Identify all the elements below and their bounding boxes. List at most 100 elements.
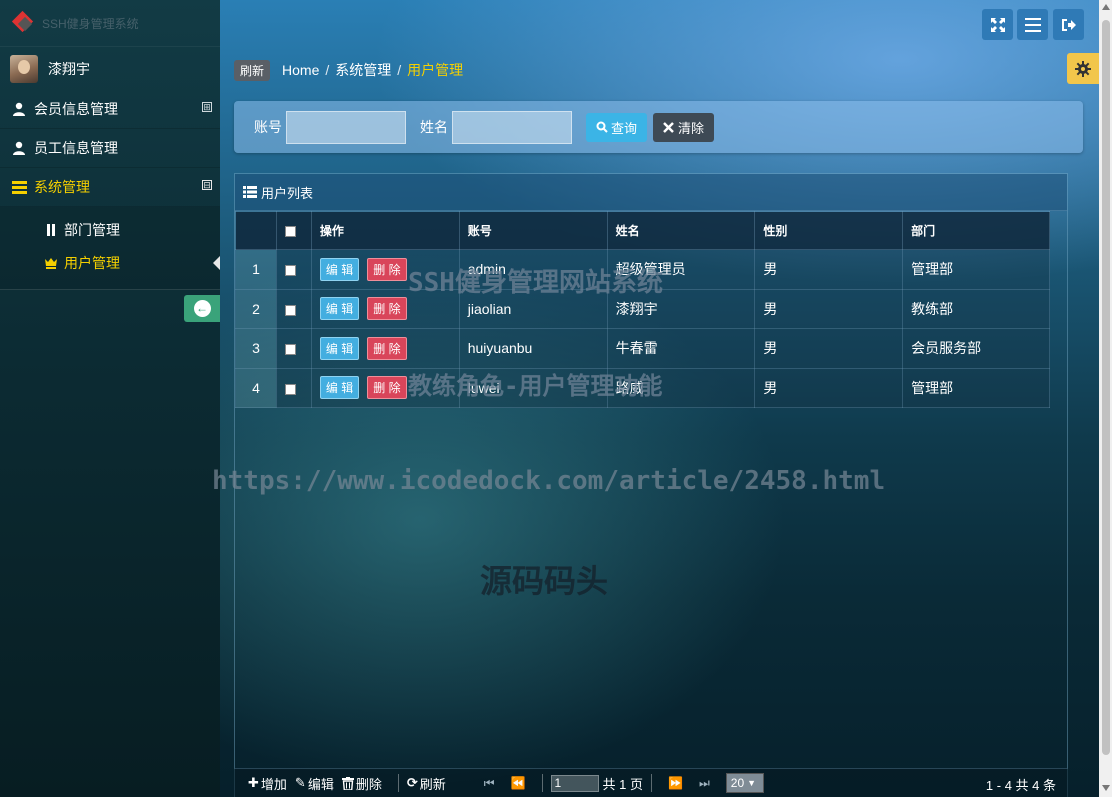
sidebar-item-department[interactable]: 部门管理	[0, 213, 220, 246]
logo-bar: SSH健身管理系统	[0, 0, 220, 46]
scroll-down-icon[interactable]	[1102, 785, 1110, 791]
list-toolbar: ✚ 增加 ✎ 编辑 删除 ⟳ 刷新 ⏮ ⏪ 共 1 页 ⏩ ⏭ 20 ▼ 1 -…	[234, 768, 1068, 797]
row-number: 3	[235, 328, 277, 369]
breadcrumb-current: 用户管理	[407, 62, 464, 78]
scroll-thumb[interactable]	[1102, 20, 1110, 755]
list-title: 用户列表	[261, 185, 314, 201]
table-row[interactable]: 2 编 辑删 除 jiaolian 漆翔宇 男 教练部	[235, 288, 1050, 329]
gear-icon	[1075, 60, 1091, 77]
column-header[interactable]: 账号	[458, 211, 608, 250]
search-panel: 账号 姓名 查询 清除	[234, 101, 1083, 153]
collapse-icon[interactable]: ⊟	[202, 180, 212, 190]
account-label: 账号	[254, 119, 282, 135]
clear-button[interactable]: 清除	[653, 112, 715, 142]
clear-label: 清除	[678, 120, 705, 136]
search-icon	[596, 121, 608, 133]
scroll-up-icon[interactable]	[1102, 4, 1110, 10]
row-checkbox[interactable]	[284, 265, 296, 277]
menu-icon	[1024, 17, 1041, 32]
sidebar-item-staff-info[interactable]: 员工信息管理	[0, 129, 220, 168]
breadcrumb-home[interactable]: Home	[282, 62, 319, 78]
sidebar-item-label: 部门管理	[64, 221, 120, 238]
select-cell	[275, 328, 312, 369]
menu-button[interactable]	[1017, 9, 1048, 40]
user-list-panel: 用户列表 操作 账号 姓名 性别 部门 1 编 辑删 除 admin 超级管理员	[234, 173, 1068, 797]
refresh-label: 刷新	[419, 776, 446, 792]
row-checkbox[interactable]	[284, 304, 296, 316]
page-number-input[interactable]	[550, 774, 599, 792]
fullscreen-button[interactable]	[982, 9, 1013, 40]
account-cell: luwei	[458, 367, 608, 408]
sidebar: SSH健身管理系统 漆翔宇 会员信息管理 ⊞ 员工信息管理 系统管理 ⊟ 部门管…	[0, 0, 220, 797]
sidebar-item-member-info[interactable]: 会员信息管理 ⊞	[0, 90, 220, 129]
edit-button[interactable]: 编 辑	[319, 336, 360, 360]
user-profile[interactable]: 漆翔宇	[0, 46, 220, 90]
gender-cell: 男	[754, 249, 904, 290]
edit-icon: ✎	[294, 775, 306, 790]
list-icon	[10, 180, 28, 194]
last-page-icon[interactable]: ⏭	[699, 776, 710, 791]
breadcrumb-system[interactable]: 系统管理	[335, 60, 391, 80]
delete-button[interactable]: 删 除	[367, 257, 407, 281]
fullscreen-icon	[990, 17, 1005, 32]
edit-label: 编辑	[307, 776, 334, 792]
user-icon	[10, 102, 28, 116]
logo-icon	[12, 12, 38, 34]
user-name: 漆翔宇	[48, 60, 90, 77]
chevron-down-icon: ▼	[747, 778, 757, 788]
row-checkbox[interactable]	[284, 383, 296, 395]
next-page-icon[interactable]: ⏩	[668, 776, 683, 790]
name-input[interactable]	[452, 110, 572, 144]
toolbar-edit-button[interactable]: ✎ 编辑	[295, 774, 334, 793]
delete-button[interactable]: 删 除	[367, 297, 407, 321]
logo-text: SSH健身管理系统	[42, 16, 139, 31]
close-icon	[663, 121, 674, 133]
edit-button[interactable]: 编 辑	[319, 297, 360, 321]
row-checkbox[interactable]	[284, 344, 296, 356]
pause-icon	[44, 223, 58, 236]
table-row[interactable]: 4 编 辑删 除 luwei 路威 男 管理部	[235, 367, 1050, 408]
name-label: 姓名	[420, 119, 448, 135]
toolbar-delete-button[interactable]: 删除	[341, 774, 382, 793]
select-cell	[275, 249, 312, 290]
breadcrumb-separator: /	[397, 62, 402, 78]
logout-button[interactable]	[1053, 9, 1084, 40]
prev-page-icon[interactable]: ⏪	[511, 776, 526, 790]
expand-icon[interactable]: ⊞	[202, 102, 212, 112]
add-button[interactable]: ✚ 增加	[248, 774, 287, 793]
column-header[interactable]: 性别	[754, 211, 904, 250]
toolbar-refresh-button[interactable]: ⟳ 刷新	[407, 774, 446, 793]
first-page-icon[interactable]: ⏮	[484, 776, 495, 791]
query-label: 查询	[611, 120, 638, 136]
page-scrollbar[interactable]	[1099, 0, 1112, 797]
select-cell	[275, 288, 312, 329]
arrow-left-icon: ←	[193, 300, 211, 317]
account-input[interactable]	[286, 110, 406, 144]
sidebar-collapse-button[interactable]: ←	[184, 295, 220, 322]
list-header: 用户列表	[235, 174, 1067, 211]
sidebar-item-user-management[interactable]: 用户管理	[0, 246, 220, 279]
add-label: 增加	[260, 776, 287, 792]
table-row[interactable]: 3 编 辑删 除 huiyuanbu 牛春雷 男 会员服务部	[235, 328, 1050, 369]
select-all-checkbox[interactable]	[284, 225, 296, 237]
toolbar-divider	[397, 774, 399, 792]
edit-button[interactable]: 编 辑	[319, 257, 360, 281]
select-cell	[275, 367, 312, 408]
account-cell: jiaolian	[458, 288, 608, 329]
query-button[interactable]: 查询	[586, 112, 648, 142]
table-row[interactable]: 1 编 辑删 除 admin 超级管理员 男 管理部	[235, 249, 1050, 290]
actions-cell: 编 辑删 除	[310, 288, 460, 329]
logout-icon	[1061, 18, 1076, 31]
page-size-select[interactable]: 20 ▼	[725, 773, 764, 793]
delete-button[interactable]: 删 除	[367, 336, 407, 360]
sidebar-item-system[interactable]: 系统管理 ⊟	[0, 168, 220, 207]
settings-button[interactable]	[1067, 53, 1099, 84]
gender-cell: 男	[754, 288, 904, 329]
breadcrumb-separator: /	[325, 62, 330, 78]
department-cell: 管理部	[902, 249, 1050, 290]
column-header[interactable]: 部门	[902, 211, 1050, 250]
refresh-tab-button[interactable]: 刷新	[234, 59, 271, 81]
delete-button[interactable]: 删 除	[367, 376, 407, 400]
column-header[interactable]: 姓名	[606, 211, 756, 250]
edit-button[interactable]: 编 辑	[319, 376, 360, 400]
